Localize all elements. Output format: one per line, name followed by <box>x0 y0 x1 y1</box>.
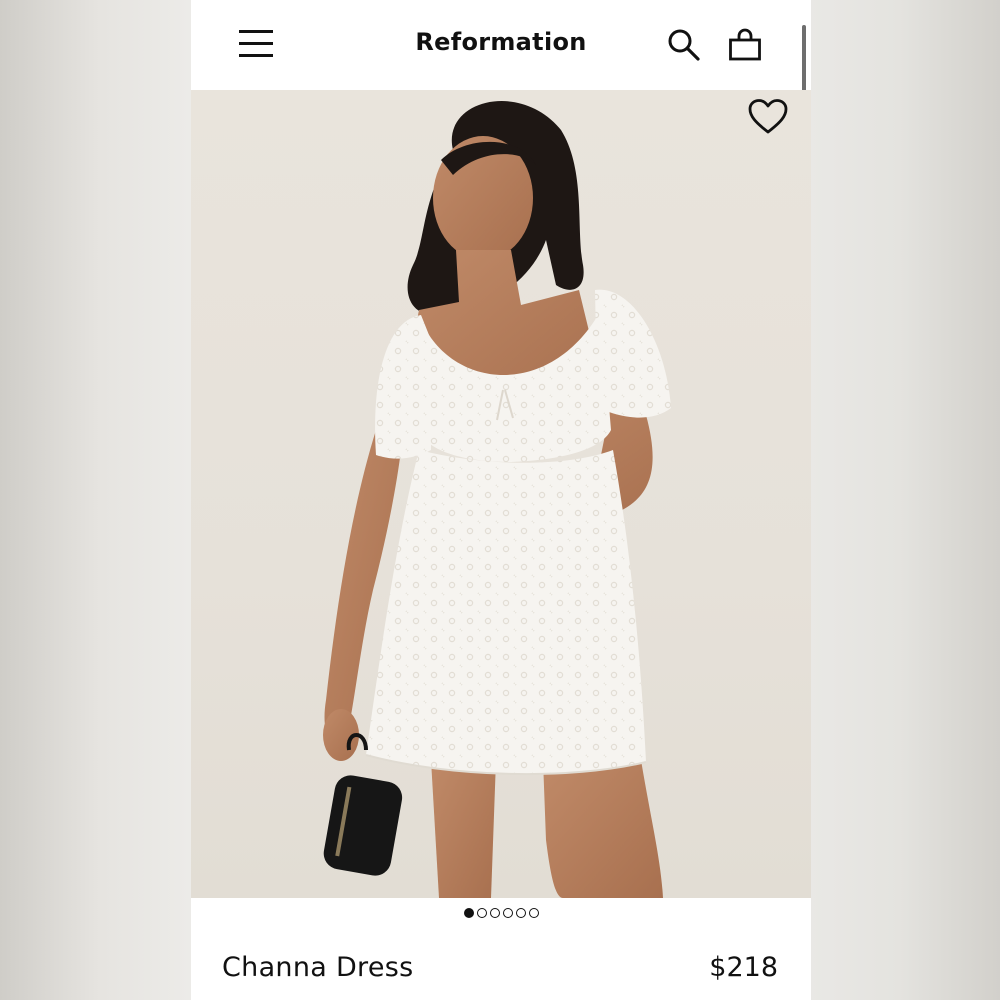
carousel-dot-2[interactable] <box>476 908 487 918</box>
image-carousel-indicator <box>191 908 811 924</box>
carousel-dot-6[interactable] <box>528 908 539 918</box>
heart-outline-icon[interactable] <box>747 98 789 136</box>
carousel-dot-5[interactable] <box>515 908 526 918</box>
top-navigation-bar: Reformation <box>191 0 811 401</box>
brand-logo[interactable]: Reformation <box>191 28 811 56</box>
carousel-dot-4[interactable] <box>502 908 513 918</box>
model-photo-illustration <box>323 101 671 898</box>
shopping-bag-icon[interactable] <box>728 28 762 62</box>
carousel-dot-1[interactable] <box>463 908 474 918</box>
phone-screen: Reformation Channa Dress $218 <box>191 0 811 1000</box>
carousel-dot-3[interactable] <box>489 908 500 918</box>
product-name: Channa Dress <box>222 952 414 983</box>
product-image[interactable] <box>191 90 811 898</box>
search-icon[interactable] <box>667 28 701 62</box>
product-price: $218 <box>709 952 778 983</box>
